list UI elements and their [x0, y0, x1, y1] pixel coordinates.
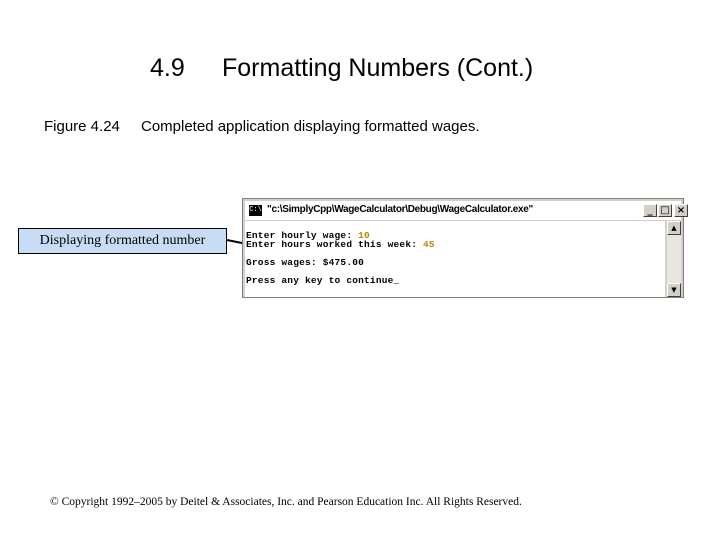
copyright-footer: © Copyright 1992–2005 by Deitel & Associ… [50, 496, 522, 508]
minimize-button[interactable]: _ [643, 204, 657, 217]
console-line-continue: Press any key to continue_ [246, 275, 400, 286]
page-title: Formatting Numbers (Cont.) [222, 54, 534, 82]
section-number: 4.9 [150, 54, 185, 82]
callout-box: Displaying formatted number [18, 228, 227, 254]
window-title-bar[interactable]: C:\ "c:\SimplyCpp\WageCalculator\Debug\W… [245, 201, 688, 220]
hours-input-value: 45 [423, 239, 435, 250]
console-line-gross: Gross wages: $475.00 [246, 257, 364, 268]
window-title: "c:\SimplyCpp\WageCalculator\Debug\WageC… [267, 204, 533, 215]
hours-prompt: Enter hours worked this week: [246, 239, 424, 250]
close-button[interactable]: × [674, 204, 688, 217]
scroll-up-icon[interactable]: ▲ [667, 221, 681, 235]
figure-caption: Figure 4.24 Completed application display… [44, 118, 480, 135]
console-window[interactable]: C:\ "c:\SimplyCpp\WageCalculator\Debug\W… [242, 198, 688, 298]
console-app-icon[interactable]: C:\ [249, 205, 262, 216]
gross-wages-label: Gross wages: [246, 257, 323, 268]
console-line-hours: Enter hours worked this week: 45 [246, 239, 435, 250]
gross-wages-value: $475.00 [322, 257, 365, 268]
figure-label: Figure 4.24 [44, 118, 120, 135]
maximize-button[interactable]: □ [658, 204, 672, 217]
console-output[interactable]: Enter hourly wage: 10 Enter hours worked… [245, 221, 665, 297]
scroll-down-icon[interactable]: ▼ [667, 283, 681, 297]
figure-caption-text: Completed application displaying formatt… [141, 118, 480, 135]
slide-title: 4.9 Formatting Numbers (Cont.) [0, 54, 720, 88]
vertical-scrollbar[interactable]: ▲ ▼ [667, 221, 681, 297]
